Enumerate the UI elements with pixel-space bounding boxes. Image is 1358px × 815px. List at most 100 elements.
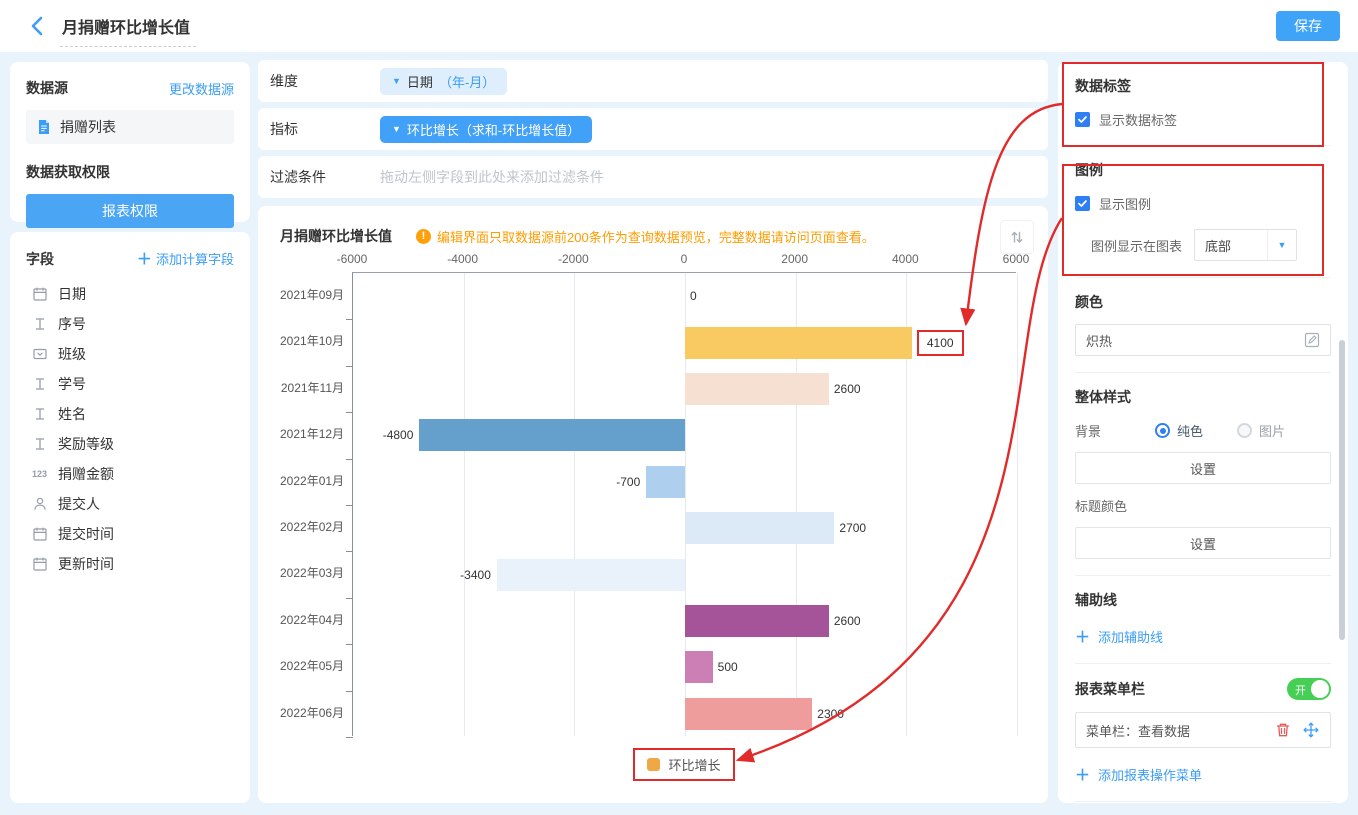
filter-placeholder: 拖动左侧字段到此处来添加过滤条件: [380, 167, 604, 187]
bg-image-radio[interactable]: 图片: [1237, 421, 1285, 440]
field-item[interactable]: 班级: [26, 339, 234, 369]
field-label: 班级: [58, 344, 86, 364]
overall-style-section: 整体样式 背景 纯色 图片 设置 标题颜色 设置: [1075, 373, 1331, 576]
chart-plot: 041002600-4800-7002700-340026005002300: [352, 272, 1016, 736]
y-axis-tick: [346, 459, 353, 460]
plus-icon: ＋: [1075, 626, 1090, 647]
toggle-knob: [1311, 680, 1329, 698]
chart-bar[interactable]: [685, 651, 713, 683]
report-menu-toggle[interactable]: 开: [1287, 678, 1331, 700]
caret-down-icon: ▼: [392, 125, 401, 134]
legend-position-select[interactable]: 底部 ▼: [1194, 229, 1297, 261]
chart-bar[interactable]: [497, 559, 685, 591]
field-label: 奖励等级: [58, 434, 114, 454]
chart-title: 月捐赠环比增长值: [280, 226, 392, 246]
y-category-label: 2022年01月: [280, 458, 352, 504]
gridline: [574, 273, 575, 736]
field-label: 序号: [58, 314, 86, 334]
chart-bar[interactable]: [685, 698, 812, 730]
filter-row[interactable]: 过滤条件 拖动左侧字段到此处来添加过滤条件: [258, 156, 1048, 198]
field-item[interactable]: 序号: [26, 309, 234, 339]
page-title: 月捐赠环比增长值: [62, 20, 190, 37]
calendar-icon: [32, 526, 48, 542]
sort-icon: [1008, 228, 1026, 246]
annotation-box-legend: 环比增长: [633, 748, 734, 781]
change-datasource-link[interactable]: 更改数据源: [169, 79, 234, 98]
add-calc-field-link[interactable]: ＋ 添加计算字段: [137, 248, 234, 269]
chart-bar[interactable]: [685, 512, 834, 544]
show-legend-checkbox[interactable]: 显示图例: [1075, 194, 1331, 213]
y-axis-categories: 2021年09月2021年10月2021年11月2021年12月2022年01月…: [280, 272, 352, 736]
menu-item-row[interactable]: 菜单栏：查看数据: [1075, 712, 1331, 748]
report-permission-button[interactable]: 报表权限: [26, 194, 234, 228]
field-item[interactable]: 学号: [26, 369, 234, 399]
chart-bar[interactable]: [646, 466, 685, 498]
dimension-tag[interactable]: ▼ 日期（年-月）: [380, 68, 507, 95]
chart-bar[interactable]: [685, 327, 912, 359]
metric-label: 指标: [270, 119, 380, 139]
add-aux-line-link[interactable]: ＋ 添加辅助线: [1075, 626, 1331, 647]
gridline: [464, 273, 465, 736]
field-item[interactable]: 日期: [26, 279, 234, 309]
plus-icon: ＋: [1075, 764, 1090, 785]
title-color-settings-button[interactable]: 设置: [1075, 527, 1331, 559]
datasource-item[interactable]: 捐赠列表: [26, 110, 234, 144]
x-tick-label: -6000: [337, 252, 368, 266]
chart-bar[interactable]: [685, 373, 829, 405]
back-icon[interactable]: [26, 14, 50, 38]
color-title: 颜色: [1075, 292, 1331, 312]
show-data-label-checkbox[interactable]: 显示数据标签: [1075, 110, 1331, 129]
field-item[interactable]: 提交人: [26, 489, 234, 519]
sort-button[interactable]: [1000, 220, 1034, 254]
edit-pencil-icon[interactable]: [1304, 332, 1320, 348]
chart-card: 月捐赠环比增长值 ! 编辑界面只取数据源前200条作为查询数据预览，完整数据请访…: [258, 206, 1048, 803]
x-tick-label: -4000: [447, 252, 478, 266]
filter-label: 过滤条件: [270, 167, 380, 187]
x-tick-label: -2000: [558, 252, 589, 266]
field-item[interactable]: 123捐赠金额: [26, 459, 234, 489]
data-label-title: 数据标签: [1075, 76, 1331, 96]
legend-label[interactable]: 环比增长: [668, 755, 720, 774]
field-label: 捐赠金额: [58, 464, 114, 484]
caret-down-icon: ▼: [1267, 230, 1296, 260]
scrollbar-thumb[interactable]: [1339, 340, 1345, 640]
datasource-item-label: 捐赠列表: [60, 117, 116, 137]
text-icon: [32, 406, 48, 422]
aux-line-title: 辅助线: [1075, 590, 1331, 610]
chart-bar[interactable]: [685, 605, 829, 637]
add-report-menu-link[interactable]: ＋ 添加报表操作菜单: [1075, 764, 1331, 785]
y-axis-tick: [346, 737, 353, 738]
field-item[interactable]: 提交时间: [26, 519, 234, 549]
field-item[interactable]: 更新时间: [26, 549, 234, 579]
report-title-wrap[interactable]: 月捐赠环比增长值: [60, 12, 196, 47]
y-axis-tick: [346, 551, 353, 552]
chart-bar[interactable]: [419, 419, 685, 451]
legend-position-label: 图例显示在图表: [1091, 236, 1182, 255]
y-category-label: 2022年05月: [280, 643, 352, 689]
bg-settings-button[interactable]: 设置: [1075, 452, 1331, 484]
field-item[interactable]: 姓名: [26, 399, 234, 429]
checkbox-checked-icon: [1075, 196, 1090, 211]
data-label: -3400: [460, 568, 491, 582]
data-label: -700: [616, 475, 640, 489]
aux-line-section: 辅助线 ＋ 添加辅助线: [1075, 576, 1331, 664]
field-item[interactable]: 奖励等级: [26, 429, 234, 459]
metric-tag[interactable]: ▼ 环比增长（求和-环比增长值）: [380, 116, 592, 143]
caret-down-icon: ▼: [392, 77, 401, 86]
settings-panel: 数据标签 显示数据标签 图例 显示图例 图例显示在图表 底部 ▼ 颜色 炽热: [1058, 62, 1348, 803]
move-drag-icon[interactable]: [1302, 721, 1320, 739]
gridline: [1017, 273, 1018, 736]
field-label: 更新时间: [58, 554, 114, 574]
text-icon: [32, 436, 48, 452]
background-label: 背景: [1075, 421, 1155, 440]
data-label: 2300: [817, 707, 844, 721]
delete-trash-icon[interactable]: [1274, 721, 1292, 739]
legend-swatch[interactable]: [647, 758, 660, 771]
calendar-icon: [32, 556, 48, 572]
bg-solid-radio[interactable]: 纯色: [1155, 421, 1203, 440]
save-button[interactable]: 保存: [1276, 11, 1340, 41]
field-label: 学号: [58, 374, 86, 394]
color-theme-input[interactable]: 炽热: [1075, 324, 1331, 356]
data-label: 2600: [834, 382, 861, 396]
fields-panel: 字段 ＋ 添加计算字段 日期序号班级学号姓名奖励等级123捐赠金额提交人提交时间…: [10, 232, 250, 803]
